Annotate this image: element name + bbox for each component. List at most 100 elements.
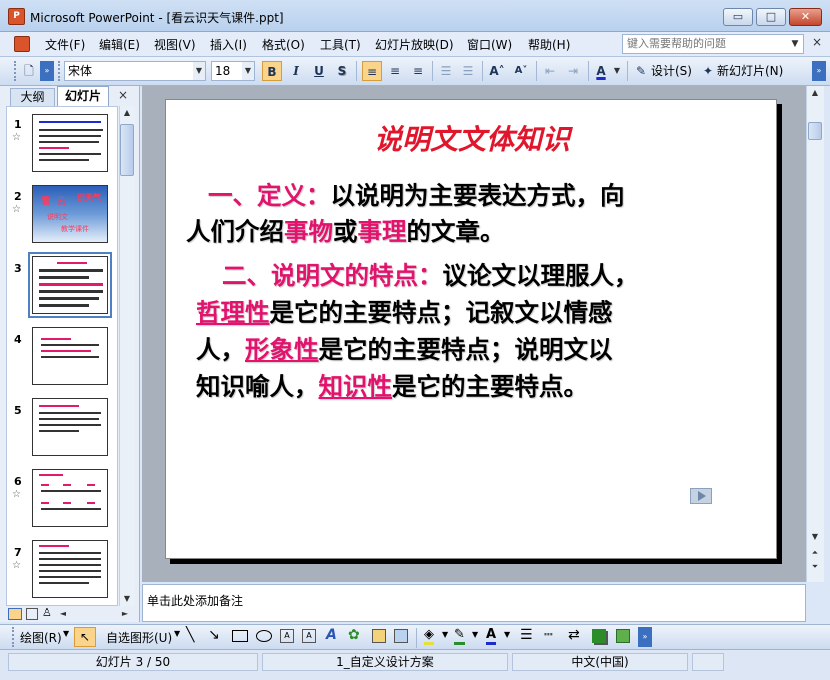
normal-view-icon[interactable]: [8, 608, 22, 620]
slide-sorter-view-icon[interactable]: [26, 608, 38, 620]
scroll-down-icon[interactable]: ▼: [808, 532, 822, 541]
italic-button[interactable]: I: [286, 61, 306, 81]
current-slide[interactable]: 说明文文体知识 一、定义：以说明为主要表达方式，向 人们介绍事物或事理的文章。 …: [165, 99, 777, 559]
arrow-icon[interactable]: ↘: [208, 627, 220, 643]
align-left-icon[interactable]: ≡: [362, 61, 382, 81]
autoshapes-dropdown-icon[interactable]: ▼: [174, 629, 180, 638]
select-pointer-icon[interactable]: ↖: [74, 627, 96, 647]
numbered-list-icon[interactable]: ☰: [436, 61, 456, 81]
3d-style-icon[interactable]: [616, 629, 630, 643]
line-color-dropdown-icon[interactable]: ▼: [472, 630, 478, 639]
scroll-left-icon[interactable]: ◄: [56, 609, 70, 618]
help-dropdown-icon[interactable]: ▼: [787, 35, 803, 53]
dash-style-icon[interactable]: ┅: [544, 627, 552, 643]
font-color-dropdown-icon[interactable]: ▼: [504, 630, 510, 639]
document-close-icon[interactable]: ×: [812, 35, 822, 49]
scroll-up-icon[interactable]: ▲: [808, 88, 822, 97]
fill-color-dropdown-icon[interactable]: ▼: [442, 630, 448, 639]
pane-close-icon[interactable]: ×: [118, 88, 128, 102]
definition-line-1[interactable]: 一、定义：以说明为主要表达方式，向: [208, 176, 625, 216]
font-name-dropdown-icon[interactable]: ▼: [193, 62, 205, 80]
underline-button[interactable]: U: [309, 61, 329, 81]
next-slide-icon[interactable]: ⏷: [808, 562, 822, 572]
bold-button[interactable]: B: [262, 61, 282, 81]
definition-line-2[interactable]: 人们介绍事物或事理的文章。: [186, 212, 505, 252]
diagram-icon[interactable]: ✿: [348, 627, 360, 643]
features-line-1[interactable]: 二、说明文的特点：议论文以理服人，: [222, 256, 639, 296]
menu-help[interactable]: 帮助(H): [528, 36, 570, 53]
draw-menu-button[interactable]: 绘图(R): [20, 629, 62, 646]
insert-picture-icon[interactable]: [394, 629, 408, 643]
slide-thumbnail-1[interactable]: [32, 114, 108, 172]
oval-icon[interactable]: [256, 630, 272, 642]
menu-view[interactable]: 视图(V): [154, 36, 196, 53]
toolbar-grip[interactable]: [12, 627, 15, 647]
font-color-icon[interactable]: A: [486, 627, 497, 645]
clip-art-icon[interactable]: [372, 629, 386, 643]
menu-tools[interactable]: 工具(T): [320, 36, 361, 53]
toolbar-options-icon[interactable]: »: [812, 61, 826, 81]
action-button-play-icon[interactable]: [690, 488, 712, 504]
help-search-input[interactable]: [622, 34, 804, 54]
slide-thumbnail-7[interactable]: [32, 540, 108, 598]
tab-slides[interactable]: 幻灯片: [57, 86, 109, 106]
toolbar-grip[interactable]: [58, 61, 61, 81]
autoshapes-menu-button[interactable]: 自选图形(U): [106, 629, 172, 646]
align-right-icon[interactable]: ≡: [408, 61, 428, 81]
menu-insert[interactable]: 插入(I): [210, 36, 247, 53]
scroll-up-icon[interactable]: ▲: [120, 108, 134, 117]
scroll-right-icon[interactable]: ►: [118, 609, 132, 618]
close-window-button[interactable]: ✕: [789, 8, 822, 26]
slide-scroll-thumb[interactable]: [808, 122, 822, 140]
thumbnails-scrollbar[interactable]: [119, 106, 135, 606]
fill-color-icon[interactable]: ◈: [424, 627, 434, 645]
maximize-button[interactable]: □: [756, 8, 786, 26]
arrow-style-icon[interactable]: ⇄: [568, 627, 580, 643]
powerpoint-app-icon[interactable]: P: [8, 8, 25, 25]
menu-edit[interactable]: 编辑(E): [99, 36, 140, 53]
slide-title[interactable]: 说明文文体知识: [166, 118, 778, 158]
new-document-icon[interactable]: 🗋: [20, 61, 38, 81]
bullet-list-icon[interactable]: ☰: [458, 61, 478, 81]
font-name-select[interactable]: 宋体: [64, 61, 206, 81]
notes-placeholder[interactable]: 单击此处添加备注: [147, 592, 243, 609]
slide-thumbnail-3[interactable]: [28, 252, 112, 318]
new-slide-button[interactable]: 新幻灯片(N): [717, 61, 783, 81]
thumbnails-scroll-thumb[interactable]: [120, 124, 134, 176]
slide-thumbnail-6[interactable]: [32, 469, 108, 527]
slideshow-view-icon[interactable]: ♙: [42, 606, 52, 619]
slide-scrollbar[interactable]: [806, 86, 824, 582]
previous-slide-icon[interactable]: ⏶: [808, 548, 822, 558]
toolbar-grip[interactable]: [14, 61, 17, 81]
line-icon[interactable]: ╲: [186, 627, 194, 643]
shadow-button[interactable]: S: [332, 61, 352, 81]
align-center-icon[interactable]: ≡: [385, 61, 405, 81]
font-size-dropdown-icon[interactable]: ▼: [242, 62, 254, 80]
increase-indent-icon[interactable]: ⇥: [563, 61, 583, 81]
line-style-icon[interactable]: ☰: [520, 627, 533, 643]
text-box-icon[interactable]: A: [280, 629, 294, 643]
slide-thumbnail-4[interactable]: [32, 327, 108, 385]
menu-format[interactable]: 格式(O): [262, 36, 305, 53]
vertical-text-box-icon[interactable]: A: [302, 629, 316, 643]
slide-thumbnail-2[interactable]: 看 云 识天气 说明文 教学课件: [32, 185, 108, 243]
menu-file[interactable]: 文件(F): [45, 36, 85, 53]
scroll-down-icon[interactable]: ▼: [120, 594, 134, 603]
minimize-button[interactable]: ▭: [723, 8, 753, 26]
toolbar-options-icon[interactable]: »: [638, 627, 652, 647]
design-button[interactable]: 设计(S): [651, 61, 692, 81]
slide-thumbnail-5[interactable]: [32, 398, 108, 456]
features-line-4[interactable]: 知识喻人，知识性是它的主要特点。: [196, 367, 588, 407]
features-line-2[interactable]: 哲理性是它的主要特点；记叙文以情感: [196, 293, 613, 333]
features-line-3[interactable]: 人，形象性是它的主要特点；说明文以: [196, 330, 613, 370]
toolbar-options-icon[interactable]: »: [40, 61, 54, 81]
font-color-button[interactable]: A: [592, 61, 610, 81]
menu-slideshow[interactable]: 幻灯片放映(D): [375, 36, 454, 53]
wordart-icon[interactable]: A: [326, 627, 337, 643]
tab-outline[interactable]: 大纲: [10, 88, 55, 106]
rectangle-icon[interactable]: [232, 630, 248, 642]
menu-window[interactable]: 窗口(W): [467, 36, 512, 53]
design-template-status[interactable]: 1_自定义设计方案: [262, 653, 508, 671]
font-color-dropdown-icon[interactable]: ▼: [611, 62, 623, 80]
draw-dropdown-icon[interactable]: ▼: [63, 629, 69, 638]
